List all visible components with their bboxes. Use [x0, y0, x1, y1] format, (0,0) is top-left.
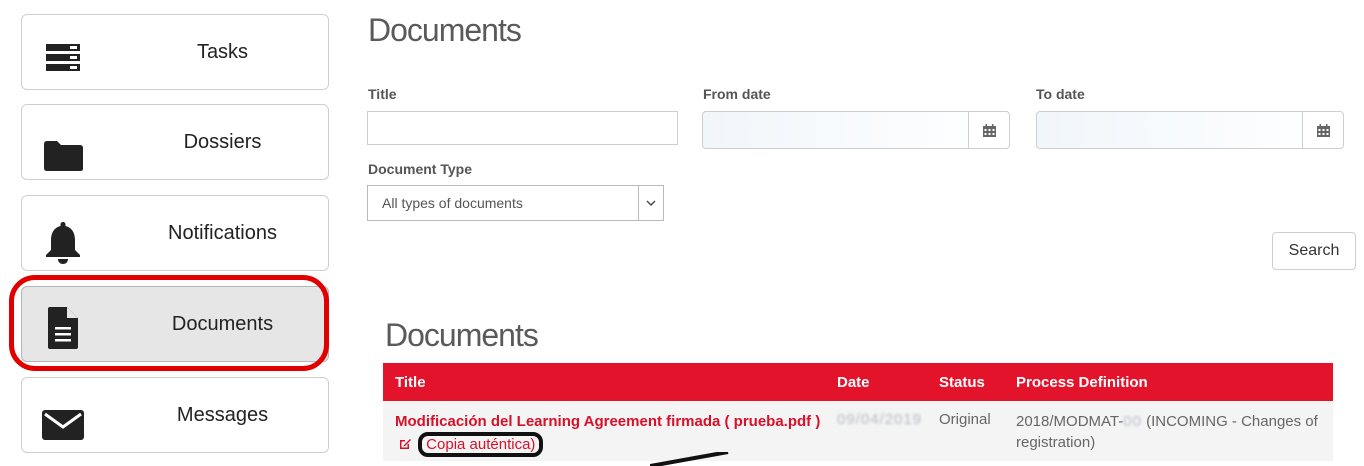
sidebar-item-messages[interactable]: Messages — [21, 377, 329, 453]
sidebar-item-label: Documents — [171, 312, 274, 335]
process-definition-redacted: 00 — [1123, 413, 1142, 430]
process-definition-value: 2018/MODMAT-00 (INCOMING - Changes of re… — [1016, 413, 1318, 451]
edit-icon[interactable] — [398, 437, 412, 455]
copy-link-highlight: Copia auténtica) — [418, 432, 544, 457]
table-row: Modificación del Learning Agreement firm… — [383, 401, 1333, 461]
to-date-group — [1036, 111, 1344, 149]
cell-process-definition: 2018/MODMAT-00 (INCOMING - Changes of re… — [1004, 401, 1333, 461]
sidebar-item-notifications[interactable]: Notifications — [21, 195, 329, 271]
column-header-status[interactable]: Status — [927, 363, 1004, 401]
sidebar-item-label: Tasks — [196, 40, 249, 63]
results-title: Documents — [385, 317, 539, 353]
table-header-row: Title Date Status Process Definition — [383, 363, 1333, 401]
cell-status: Original — [927, 401, 1004, 461]
documents-table: Title Date Status Process Definition Mod… — [383, 363, 1333, 461]
sidebar-item-documents[interactable]: Documents — [21, 286, 329, 362]
to-date-input[interactable] — [1036, 111, 1302, 149]
sidebar-item-label: Dossiers — [183, 130, 262, 153]
annotation-arrow-line — [650, 452, 729, 466]
sidebar-item-label: Messages — [176, 403, 269, 426]
column-header-title[interactable]: Title — [383, 363, 825, 401]
search-button[interactable]: Search — [1272, 232, 1356, 270]
sidebar-item-dossiers[interactable]: Dossiers — [21, 104, 329, 180]
from-date-group — [702, 111, 1010, 149]
to-date-label: To date — [1036, 86, 1085, 102]
title-label: Title — [368, 86, 397, 102]
cell-date: 09/04/2019 — [825, 401, 927, 461]
document-type-label: Document Type — [368, 161, 472, 177]
bell-icon — [40, 220, 86, 266]
envelope-icon — [40, 402, 86, 448]
server-icon — [40, 35, 86, 81]
from-date-label: From date — [703, 86, 771, 102]
status-value: Original — [939, 411, 991, 428]
document-type-select[interactable]: All types of documents — [367, 185, 664, 221]
folder-icon — [40, 133, 86, 179]
calendar-icon[interactable] — [1302, 111, 1344, 149]
document-icon — [40, 305, 86, 351]
column-header-process-definition[interactable]: Process Definition — [1004, 363, 1333, 401]
page-title: Documents — [368, 12, 522, 48]
document-type-value: All types of documents — [382, 195, 523, 211]
title-input[interactable] — [367, 111, 678, 145]
column-header-date[interactable]: Date — [825, 363, 927, 401]
sidebar-item-tasks[interactable]: Tasks — [21, 14, 329, 90]
calendar-icon[interactable] — [968, 111, 1010, 149]
from-date-input[interactable] — [702, 111, 968, 149]
sidebar-item-label: Notifications — [168, 221, 277, 244]
cell-title: Modificación del Learning Agreement firm… — [383, 401, 825, 461]
date-value: 09/04/2019 — [837, 411, 923, 428]
authentic-copy-link[interactable]: Copia auténtica) — [426, 436, 535, 453]
chevron-down-icon — [638, 186, 663, 220]
process-definition-prefix: 2018/MODMAT- — [1016, 413, 1124, 430]
document-link[interactable]: Modificación del Learning Agreement firm… — [395, 413, 820, 430]
